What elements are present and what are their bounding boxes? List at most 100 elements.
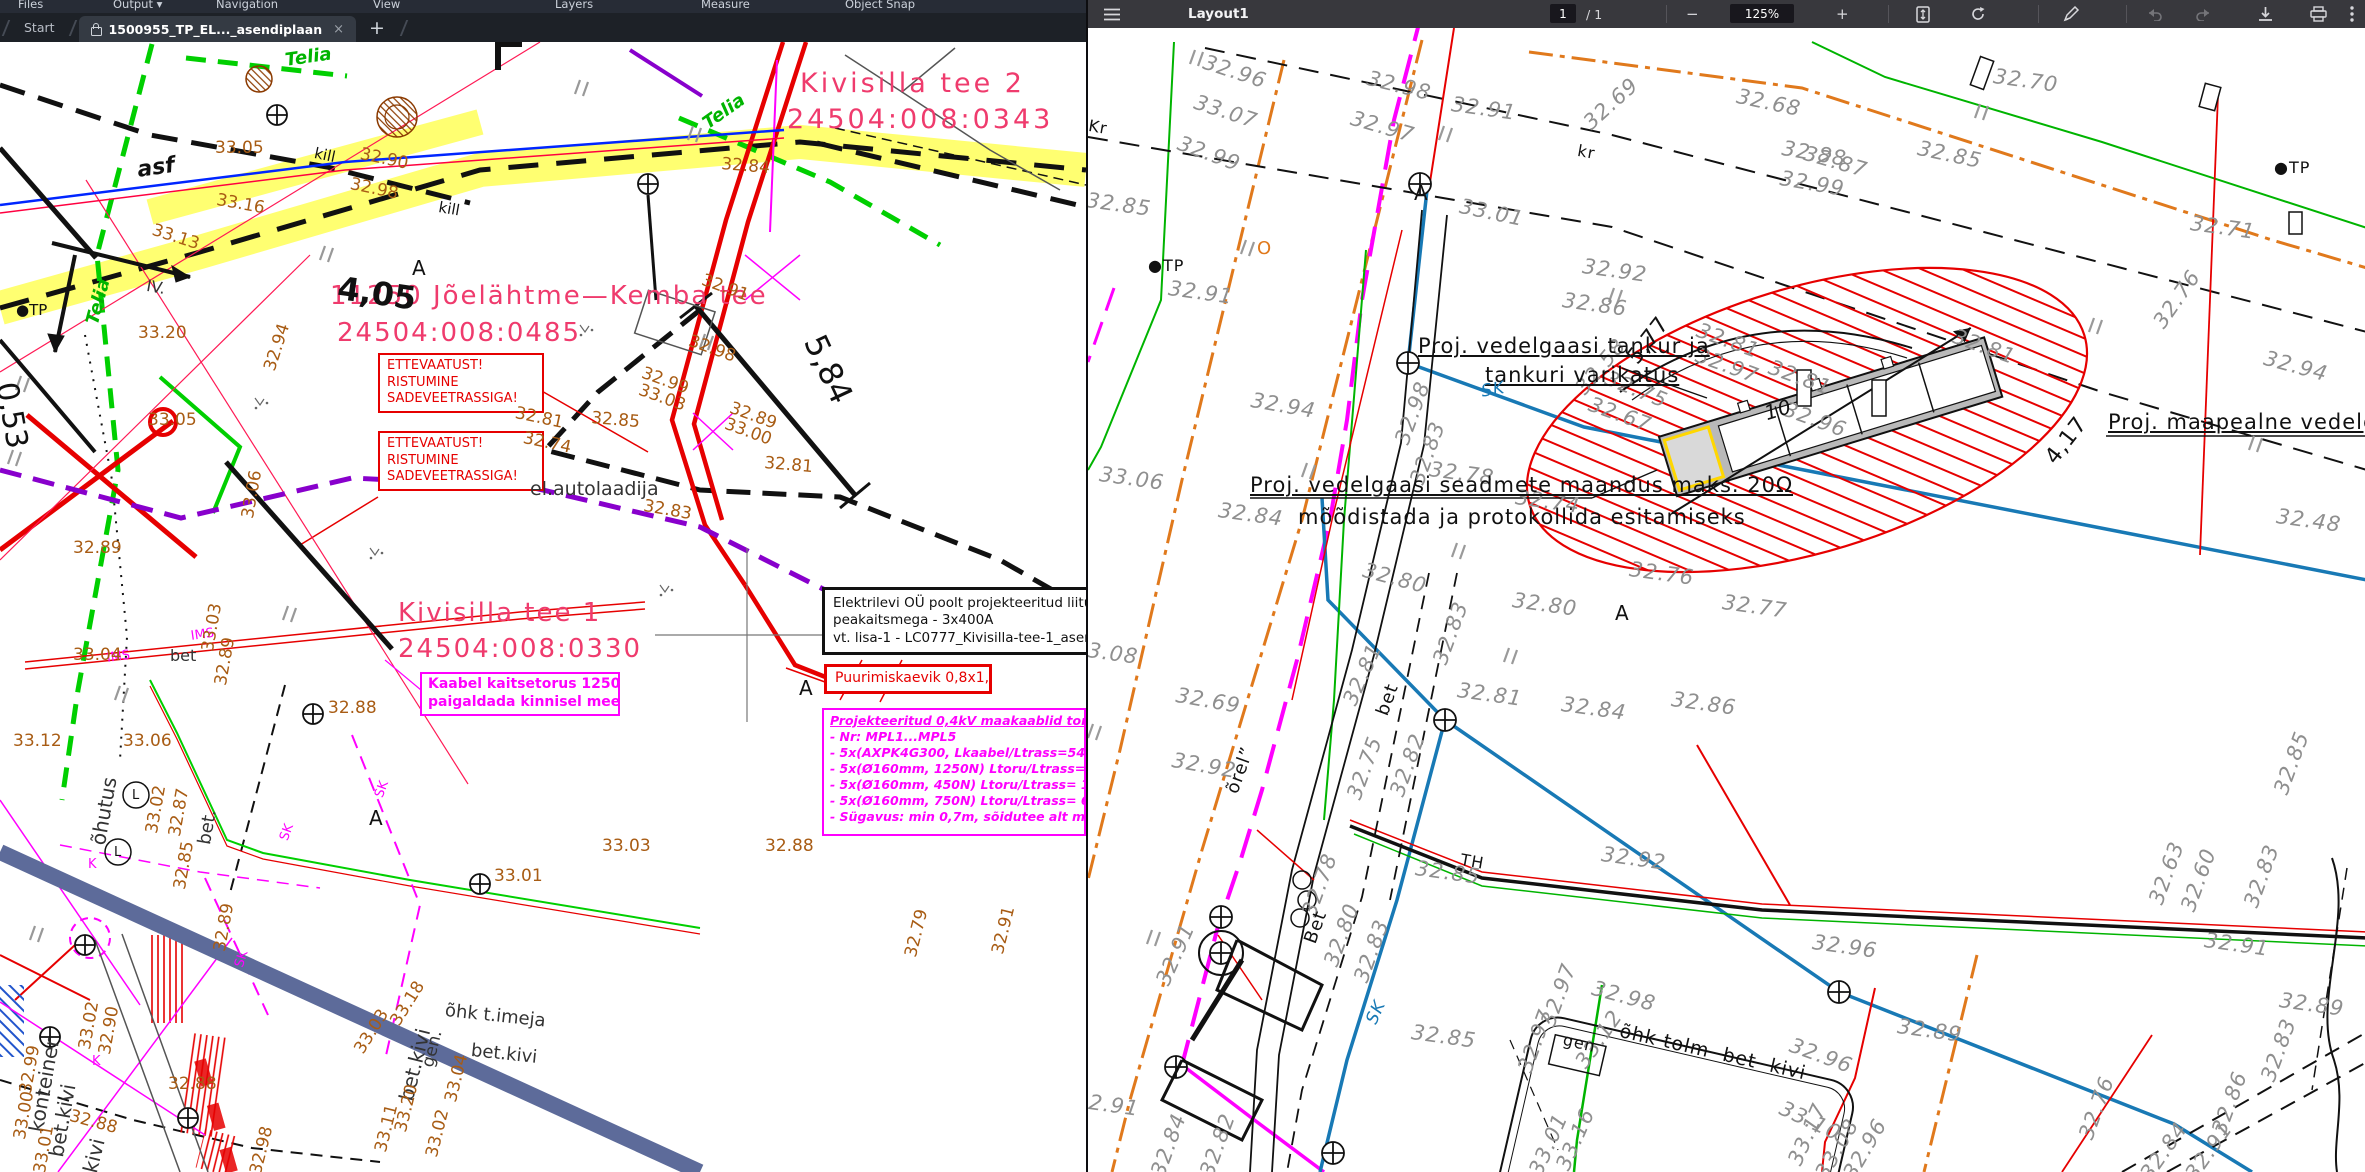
pen-icon (2063, 6, 2080, 22)
map-label: 33.12 (13, 733, 62, 750)
map-label: mõõdistada ja protokollida esitamiseks (1298, 507, 1746, 528)
tab-start-label: Start (24, 20, 55, 35)
print-icon (2310, 6, 2327, 22)
map-label: asf (136, 155, 176, 182)
map-label: kill (437, 200, 460, 218)
red-hatch-band (148, 935, 236, 1172)
note-box-elektrilevi: Elektrilevi OÜ poolt projekteeritud liit… (822, 587, 1086, 655)
map-label: 32.89 (73, 540, 122, 557)
map-label: TH (1459, 852, 1485, 872)
menu-item-view[interactable]: View (373, 0, 400, 12)
map-label: Kr (1088, 118, 1109, 137)
map-label: kr (1576, 143, 1596, 162)
map-label: L (114, 846, 121, 859)
map-label: A (1615, 603, 1630, 623)
toolbar-separator (2038, 5, 2039, 23)
cad-menubar: Files Output ▾ Navigation View Layers Measure… (0, 0, 1086, 13)
red-lines (1218, 28, 2218, 1172)
more-options-button[interactable] (2350, 0, 2354, 28)
sidebar-toggle-button[interactable] (1104, 0, 1120, 28)
map-label: Kivisilla tee 1 (398, 600, 601, 626)
map-label: A (369, 808, 383, 828)
map-label: 4,05 (336, 272, 419, 315)
map-label: Proj. vedelgaasi tankur ja (1418, 336, 1710, 357)
map-label: Proj. vedelgaasi seadmete maandus maks. … (1250, 475, 1793, 496)
note-box-kaabel-kaitsetorus: Kaabel kaitsetorus 1250N paigaldada kinn… (420, 672, 620, 716)
note-box-puurimiskaevik: Puurimiskaevik 0,8x1,2 (824, 664, 992, 694)
warning-box-sadeveetrass-2: ETTEVAATUST! RISTUMINE SADEVEETRASSIGA! (378, 431, 544, 491)
zoom-out-button[interactable]: − (1686, 0, 1699, 28)
map-label: 33.05 (148, 412, 197, 429)
zoom-level-select[interactable]: 125% (1730, 4, 1794, 23)
map-label: A (412, 258, 426, 278)
map-label: 33.06 (123, 733, 172, 750)
print-button[interactable] (2310, 0, 2327, 28)
map-label: 24504:008:0330 (398, 636, 642, 662)
note-box-projekteeritud-kaablid: Projekteeritud 0,4kV maakaablid torus - … (822, 708, 1086, 836)
tab-close-icon[interactable]: × (333, 22, 344, 37)
redo-button[interactable] (2196, 0, 2212, 28)
map-label: 33.20 (138, 325, 187, 342)
map-label: kill (313, 146, 337, 165)
map-label: bet (170, 648, 196, 664)
redo-icon (2196, 7, 2212, 21)
document-title: Layout1 (1188, 0, 1249, 28)
map-label: 33.01 (494, 868, 543, 885)
pdf-page-canvas[interactable]: 32.9633.0732.9932.8532.9832.9732.9132.68… (1088, 28, 2365, 1172)
toolbar-separator (2126, 5, 2127, 23)
page-number-input[interactable]: 1 (1550, 4, 1576, 23)
cad-window: Files Output ▾ Navigation View Layers Measure… (0, 0, 1086, 1172)
map-label: L (132, 789, 139, 802)
map-label: 32.81 (764, 455, 814, 476)
undo-button[interactable] (2146, 0, 2162, 28)
map-label: Kivisilla tee 2 (800, 70, 1025, 97)
map-label: Proj. maapealne vedelgaas (2108, 412, 2365, 433)
menu-item-files[interactable]: Files (18, 0, 43, 12)
th-heating-line (1350, 820, 2365, 938)
pdf-viewer-window: Layout1 1 / 1 − 125% + (1086, 0, 2365, 1172)
map-label: 33.05 (215, 140, 264, 157)
menu-item-object-snap[interactable]: Object Snap (845, 0, 915, 12)
download-button[interactable] (2258, 0, 2273, 28)
map-label: K (92, 1055, 101, 1068)
cad-drawing-canvas[interactable]: ETTEVAATUST! RISTUMINE SADEVEETRASSIGA! … (0, 42, 1086, 1172)
menu-item-measure[interactable]: Measure (701, 0, 750, 12)
menu-item-navigation[interactable]: Navigation (216, 0, 278, 12)
map-label: SK (1480, 380, 1507, 401)
draw-tool-button[interactable] (2063, 0, 2080, 28)
map-label: 33.04 (73, 647, 122, 664)
map-label: 32.84 (721, 156, 771, 177)
tab-start[interactable]: Start (12, 13, 67, 42)
download-icon (2258, 6, 2273, 22)
tab-separator (400, 20, 408, 36)
tab-separator (68, 20, 76, 36)
tab-document[interactable]: 1500955_TP_EL..._asendiplaan × (79, 16, 356, 42)
map-label: 32.88 (168, 1076, 217, 1093)
pdf-toolbar: Layout1 1 / 1 − 125% + (1088, 0, 2365, 28)
menu-item-output-[interactable]: Output ▾ (113, 0, 162, 12)
page-count: / 1 (1586, 0, 1602, 28)
map-label: 32.88 (765, 838, 814, 855)
map-label: A (1414, 183, 1429, 203)
menu-item-layers[interactable]: Layers (555, 0, 593, 12)
map-label: 33.03 (602, 838, 651, 855)
new-tab-button[interactable]: + (356, 17, 398, 39)
rotate-icon (1970, 6, 1986, 22)
map-label: ●TP (2274, 160, 2310, 176)
map-label: O (1257, 240, 1272, 258)
map-label: K (88, 858, 97, 871)
map-label: IV. (145, 278, 166, 297)
hamburger-icon (1104, 8, 1120, 21)
fit-page-button[interactable] (1916, 0, 1930, 28)
kebab-menu-icon (2350, 6, 2354, 22)
rotate-button[interactable] (1970, 0, 1986, 28)
zoom-in-button[interactable]: + (1836, 0, 1849, 28)
cad-tabbar: Start 1500955_TP_EL..._asendiplaan × + (0, 13, 1086, 42)
screen: Files Output ▾ Navigation View Layers Measure… (0, 0, 2365, 1172)
toolbar-separator (1888, 5, 1889, 23)
map-label: 24504:008:0485 (337, 320, 581, 346)
blue-hatch-area (0, 985, 24, 1057)
map-label: ●TP (16, 303, 47, 318)
map-label: ●TP (1148, 258, 1184, 274)
map-label: tankuri varikatus (1485, 365, 1679, 386)
